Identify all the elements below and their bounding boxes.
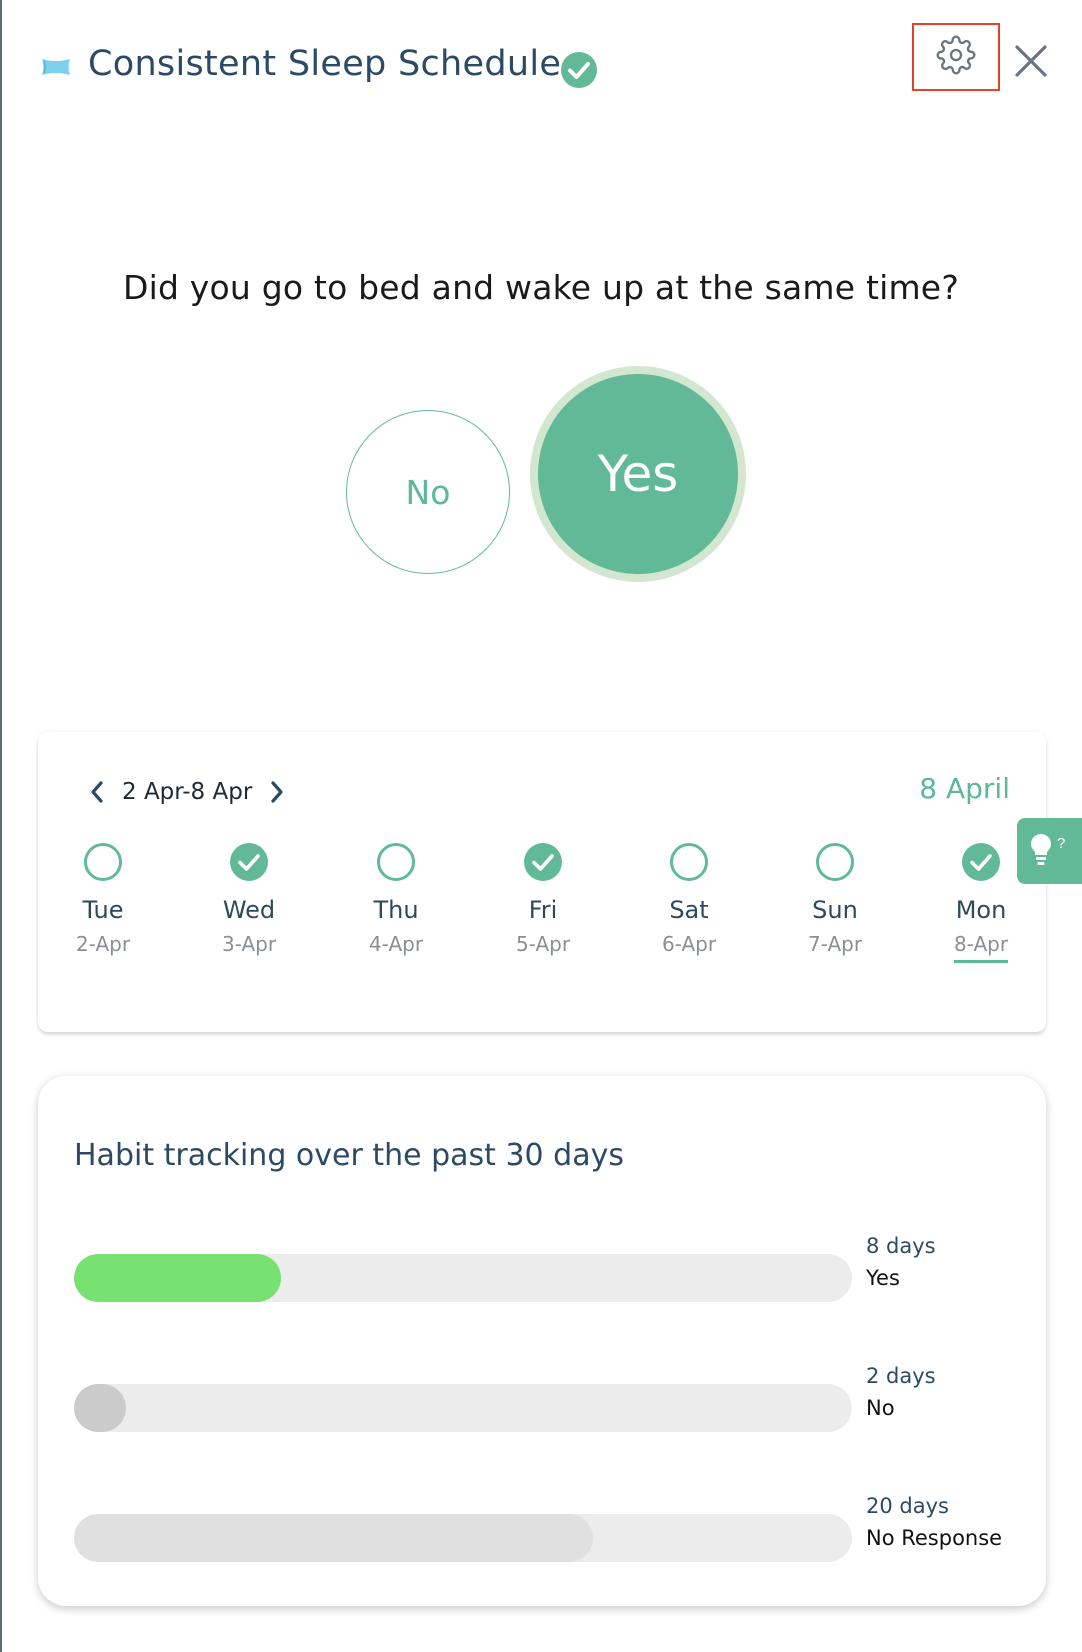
stat-label: Yes [866,1266,900,1290]
day-date: 6-Apr [661,932,717,956]
close-icon [1010,45,1052,86]
day-item-wed[interactable]: Wed 3-Apr [189,842,309,960]
empty-circle-icon [816,843,854,881]
day-item-sat[interactable]: Sat 6-Apr [629,842,749,960]
day-date: 4-Apr [368,932,424,956]
stat-label: No Response [866,1526,1003,1550]
empty-circle-icon [377,843,415,881]
week-navigator: 2 Apr-8 Apr [84,774,290,810]
day-name: Thu [373,896,419,924]
empty-circle-icon [670,843,708,881]
day-item-tue[interactable]: Tue 2-Apr [43,842,163,960]
no-button[interactable]: No [346,410,510,574]
stats-title: Habit tracking over the past 30 days [74,1138,624,1173]
stat-count: 8 days [866,1234,936,1258]
close-button[interactable] [1010,40,1052,82]
stat-row-no: 2 days No [74,1364,1024,1434]
check-circle-icon [230,843,268,881]
stat-label: No [866,1396,895,1420]
next-week-button[interactable] [264,776,290,808]
day-name: Sun [812,896,858,924]
week-card: 2 Apr-8 Apr 8 April Tue 2-Apr Wed 3-Apr Thu 4… [38,732,1046,1032]
progress-fill [74,1254,281,1302]
settings-button[interactable] [912,23,1000,91]
day-item-fri[interactable]: Fri 5-Apr [483,842,603,960]
stats-card: Habit tracking over the past 30 days 8 d… [38,1076,1046,1606]
day-name: Sat [669,896,709,924]
day-name: Fri [528,896,558,924]
progress-track [74,1254,852,1302]
progress-fill [74,1514,593,1562]
stat-row-no-response: 20 days No Response [74,1494,1024,1564]
empty-circle-icon [84,843,122,881]
week-range: 2 Apr-8 Apr [122,779,253,805]
day-date: 2-Apr [75,932,131,956]
day-list: Tue 2-Apr Wed 3-Apr Thu 4-Apr Fri 5-Apr Sat 6-Apr… [38,842,1046,1022]
day-date: 5-Apr [515,932,571,956]
day-name: Mon [955,896,1007,924]
progress-track [74,1514,852,1562]
habit-question: Did you go to bed and wake up at the sam… [122,268,960,307]
check-circle-icon [962,843,1000,881]
chevron-right-icon [271,781,283,803]
day-name: Wed [222,896,276,924]
tips-button[interactable]: ? [1017,818,1082,884]
chevron-left-icon [91,781,103,803]
progress-fill [74,1384,126,1432]
window-edge [0,0,2,1652]
check-circle-icon [560,51,598,89]
day-date: 7-Apr [807,932,863,956]
progress-track [74,1384,852,1432]
pillow-icon [40,56,72,78]
lightbulb-question-icon: ? [1028,831,1072,871]
day-item-thu[interactable]: Thu 4-Apr [336,842,456,960]
prev-week-button[interactable] [84,776,110,808]
current-date: 8 April [919,772,1010,805]
day-name: Tue [82,896,124,924]
stat-count: 20 days [866,1494,949,1518]
header: Consistent Sleep Schedule [0,0,1082,140]
day-date: 3-Apr [221,932,277,956]
gear-icon [936,35,976,79]
svg-text:?: ? [1057,835,1065,852]
stat-count: 2 days [866,1364,936,1388]
stat-row-yes: 8 days Yes [74,1234,1024,1304]
check-circle-icon [524,843,562,881]
yes-button[interactable]: Yes [538,374,738,574]
day-date: 8-Apr [953,932,1009,963]
day-item-sun[interactable]: Sun 7-Apr [775,842,895,960]
page-title: Consistent Sleep Schedule [88,44,562,84]
